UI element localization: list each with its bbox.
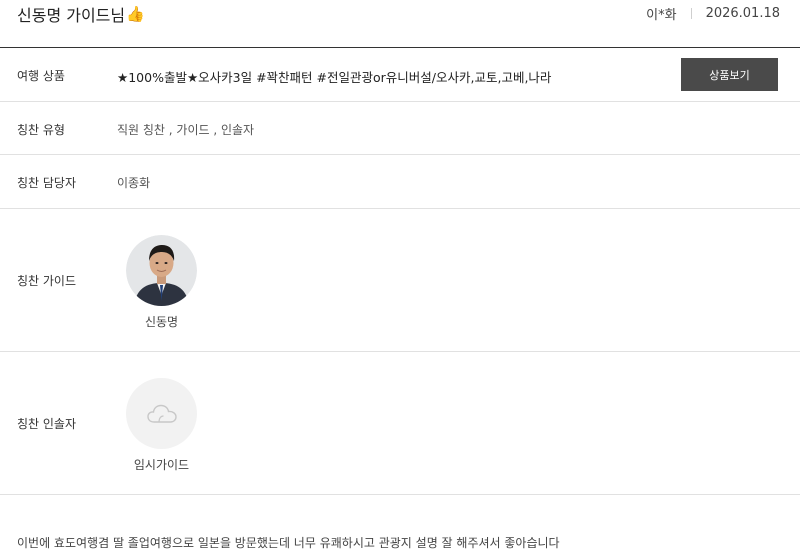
reviewer-name: 이*화 <box>646 8 677 23</box>
guide-avatar <box>126 235 197 306</box>
review-header: 신동명 가이드님 👍 이*화 2026.01.18 <box>0 0 800 48</box>
view-product-button[interactable]: 상품보기 <box>681 58 778 91</box>
guide-photo <box>126 235 197 306</box>
product-name: ★100%출발★오사카3일 #꽉찬패턴 #전일관광or유니버설/오사카,교토,고… <box>117 70 552 85</box>
review-date: 2026.01.18 <box>705 6 780 21</box>
product-label: 여행 상품 <box>17 69 65 83</box>
guide-name: 신동명 <box>144 315 179 329</box>
praise-guide-row: 칭찬 가이드 신동명 <box>0 209 800 352</box>
praise-type-value: 직원 칭찬 , 가이드 , 인솔자 <box>117 123 255 137</box>
review-meta: 이*화 2026.01.18 <box>646 4 780 23</box>
praise-type-label: 칭찬 유형 <box>17 123 65 137</box>
praise-escort-row: 칭찬 인솔자 임시가이드 <box>0 352 800 495</box>
praise-manager-value: 이종화 <box>117 176 151 190</box>
product-row: 여행 상품 ★100%출발★오사카3일 #꽉찬패턴 #전일관광or유니버설/오사… <box>0 49 800 102</box>
escort-name: 임시가이드 <box>133 458 190 472</box>
review-title-text: 신동명 가이드님 <box>17 6 126 25</box>
praise-manager-row: 칭찬 담당자 이종화 <box>0 155 800 209</box>
review-body: 이번에 효도여행겸 딸 졸업여행으로 일본을 방문했는데 너무 유쾌하시고 관광… <box>17 536 560 550</box>
review-title: 신동명 가이드님 👍 <box>17 2 145 26</box>
escort-profile: 임시가이드 <box>126 378 197 473</box>
cloud-icon <box>146 404 177 423</box>
thumbs-up-icon: 👍 <box>126 4 145 23</box>
praise-manager-label: 칭찬 담당자 <box>17 176 77 190</box>
guide-profile: 신동명 <box>126 235 197 330</box>
praise-guide-label: 칭찬 가이드 <box>17 274 77 288</box>
praise-type-row: 칭찬 유형 직원 칭찬 , 가이드 , 인솔자 <box>0 102 800 155</box>
meta-divider <box>690 8 692 19</box>
praise-escort-label: 칭찬 인솔자 <box>17 417 77 431</box>
escort-avatar <box>126 378 197 449</box>
